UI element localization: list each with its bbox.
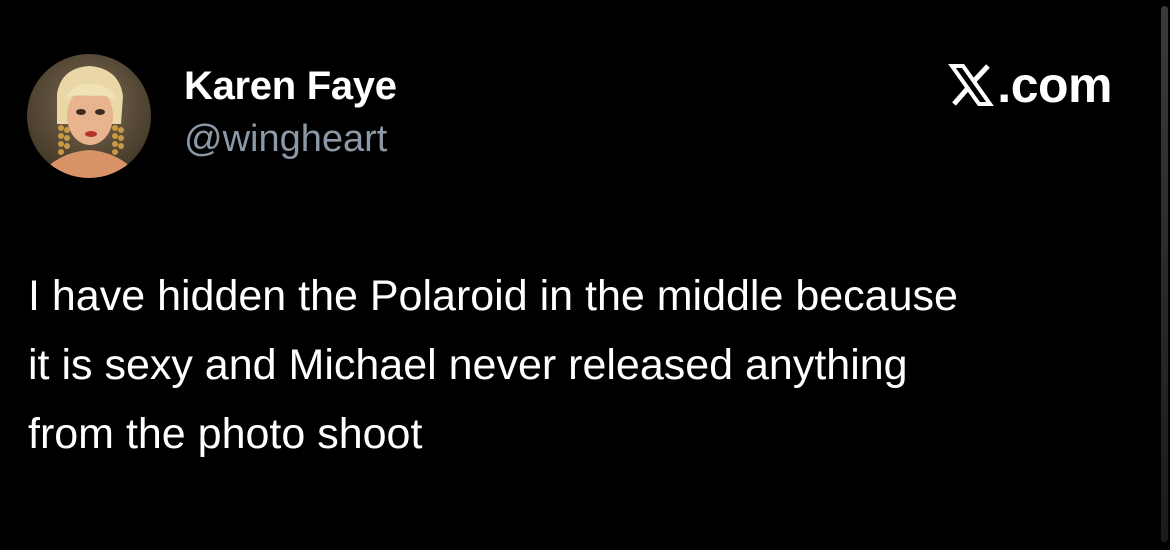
x-dot-com-brand: .com: [948, 55, 1112, 115]
x-logo-icon: [948, 62, 995, 108]
scrollbar[interactable]: [1161, 6, 1168, 542]
tweet-text-line: it is sexy and Michael never released an…: [28, 341, 908, 389]
tweet-text-line: from the photo shoot: [28, 410, 423, 458]
tweet-text-line: I have hidden the Polaroid in the middle…: [28, 272, 958, 320]
author-handle[interactable]: @wingheart: [184, 118, 387, 161]
author-avatar[interactable]: [27, 54, 151, 178]
tweet-card: Karen Faye @wingheart .com I have hidden…: [0, 0, 1170, 550]
brand-domain-text: .com: [997, 57, 1112, 113]
tweet-text: I have hidden the Polaroid in the middle…: [28, 262, 1138, 469]
author-display-name[interactable]: Karen Faye: [184, 64, 397, 109]
avatar-image: [27, 54, 151, 178]
